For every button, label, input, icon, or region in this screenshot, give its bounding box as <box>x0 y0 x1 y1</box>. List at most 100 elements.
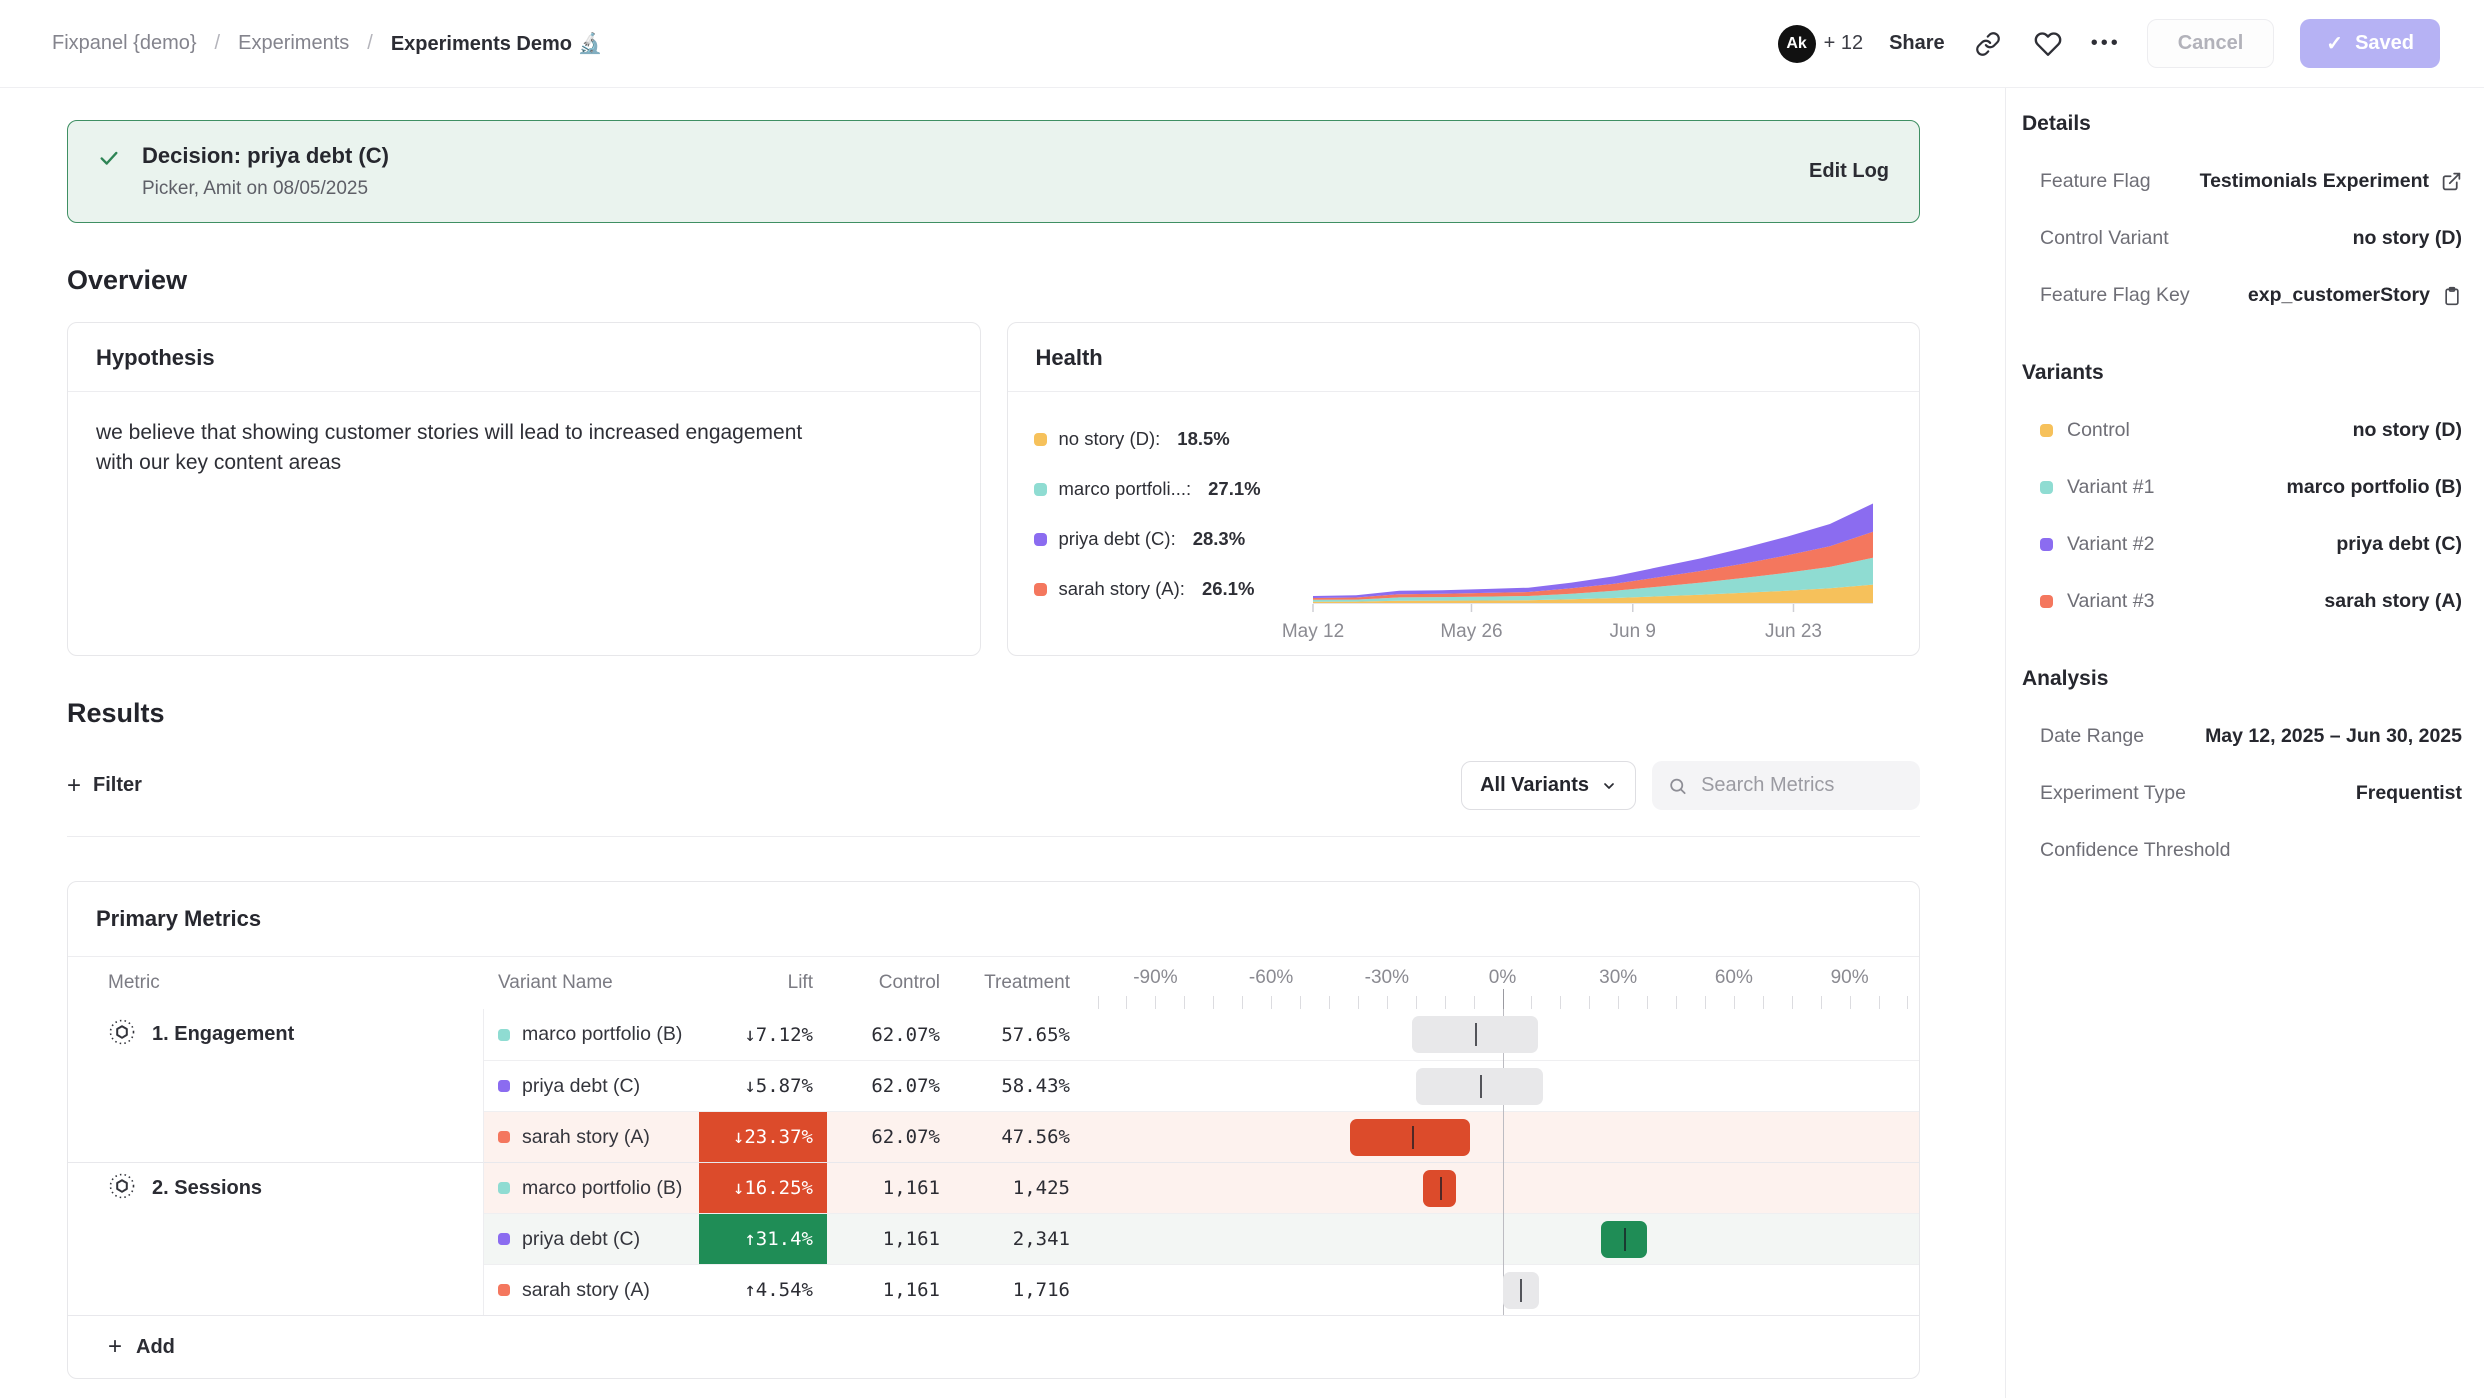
variant-rows: Controlno story (D)Variant #1marco portf… <box>2022 419 2462 613</box>
primary-metrics-card: Primary Metrics Metric Variant Name Lift… <box>67 881 1920 1379</box>
results-divider <box>67 836 1920 837</box>
variant-color-chip <box>498 1284 510 1296</box>
toolbar-right: All Variants <box>1461 761 1920 810</box>
value-text: no story (D) <box>2353 227 2462 250</box>
breadcrumb-item[interactable]: Experiments <box>238 32 349 55</box>
edit-log-button[interactable]: Edit Log <box>1809 160 1889 183</box>
decision-title: Decision: priya debt (C) <box>142 143 389 169</box>
health-card: Health no story (D):18.5%marco portfoli.… <box>1007 322 1921 656</box>
variant-color-chip <box>2040 595 2053 608</box>
value-text: exp_customerStory <box>2248 284 2430 307</box>
add-metric-button[interactable]: + Add <box>68 1315 1919 1378</box>
table-body: 1. Engagementmarco portfolio (B)↓7.12%62… <box>68 1009 1919 1315</box>
variant-name: sarah story (A) <box>522 1126 650 1149</box>
copy-link-icon[interactable] <box>1971 27 2005 61</box>
sidebar-row-value[interactable]: Testimonials Experiment <box>2200 170 2462 193</box>
legend-label: priya debt (C): <box>1059 528 1176 550</box>
confidence-interval-bar[interactable] <box>1350 1119 1470 1156</box>
decision-subtitle: Picker, Amit on 08/05/2025 <box>142 178 389 200</box>
variant-cell[interactable]: sarah story (A) <box>484 1264 691 1315</box>
axis-minor-tick <box>1416 996 1417 1009</box>
lift-cell: ↓23.37% <box>691 1111 829 1162</box>
details-sidebar: Details Feature FlagTestimonials Experim… <box>2005 88 2484 1398</box>
control-cell: 62.07% <box>829 1111 956 1162</box>
lift-cell: ↑4.54% <box>691 1264 829 1315</box>
column-lift: Lift <box>691 957 829 1009</box>
health-legend-item: sarah story (A):26.1% <box>1034 578 1292 600</box>
lift-value: ↓5.87% <box>744 1075 813 1097</box>
variant-filter-dropdown[interactable]: All Variants <box>1461 761 1636 810</box>
legend-color-chip <box>1034 433 1047 446</box>
breadcrumb: Fixpanel {demo}/Experiments/Experiments … <box>52 31 602 56</box>
label-text: Control Variant <box>2040 227 2169 250</box>
share-button[interactable]: Share <box>1889 32 1945 55</box>
sidebar-row-label: Variant #3 <box>2040 590 2154 613</box>
collaborator-avatars[interactable]: Ak + 12 <box>1778 25 1863 63</box>
sidebar-row-value: no story (D) <box>2353 227 2462 250</box>
value-text: no story (D) <box>2353 419 2462 442</box>
lift-cell: ↑31.4% <box>691 1213 829 1264</box>
x-axis-label: May 12 <box>1282 621 1344 642</box>
variant-name: marco portfolio (B) <box>522 1177 682 1200</box>
metric-cell <box>68 1213 484 1264</box>
external-link-icon[interactable] <box>2441 171 2462 192</box>
cancel-button[interactable]: Cancel <box>2147 19 2275 68</box>
breadcrumb-separator: / <box>367 32 373 55</box>
axis-minor-tick <box>1329 996 1330 1009</box>
sidebar-row-label: Feature Flag Key <box>2040 284 2190 307</box>
sidebar-row-value: marco portfolio (B) <box>2287 476 2463 499</box>
breadcrumb-item[interactable]: Fixpanel {demo} <box>52 32 197 55</box>
treatment-cell: 47.56% <box>956 1111 1086 1162</box>
metric-cell <box>68 1111 484 1162</box>
sidebar-row: Variant #2priya debt (C) <box>2022 533 2462 556</box>
metric-search <box>1652 761 1920 810</box>
column-metric: Metric <box>68 957 484 1009</box>
more-menu-button[interactable]: ••• <box>2091 32 2121 55</box>
search-input[interactable] <box>1699 773 1904 798</box>
avatar[interactable]: Ak <box>1778 25 1816 63</box>
variant-color-chip <box>2040 481 2053 494</box>
label-text: Variant #1 <box>2067 476 2154 499</box>
sidebar-row-label: Confidence Threshold <box>2040 839 2230 862</box>
variant-cell[interactable]: marco portfolio (B) <box>484 1009 691 1060</box>
variant-cell[interactable]: sarah story (A) <box>484 1111 691 1162</box>
value-text: Frequentist <box>2356 782 2462 805</box>
axis-minor-tick <box>1734 996 1735 1009</box>
lift-value: ↓7.12% <box>744 1024 813 1046</box>
health-area-chart: May 12May 26Jun 9Jun 23 <box>1313 489 1893 641</box>
hypothesis-card: Hypothesis we believe that showing custo… <box>67 322 981 656</box>
analysis-heading: Analysis <box>2022 667 2462 691</box>
sidebar-row-value[interactable]: exp_customerStory <box>2248 284 2462 307</box>
breadcrumb-item[interactable]: Experiments Demo 🔬 <box>391 31 603 56</box>
variant-color-chip <box>2040 538 2053 551</box>
decision-banner: Decision: priya debt (C) Picker, Amit on… <box>67 120 1920 223</box>
clipboard-icon[interactable] <box>2442 286 2462 306</box>
favorite-heart-icon[interactable] <box>2031 27 2065 61</box>
add-filter-button[interactable]: + Filter <box>67 772 142 800</box>
health-body: no story (D):18.5%marco portfoli...:27.1… <box>1008 392 1920 655</box>
x-axis-label: May 26 <box>1440 621 1502 642</box>
metric-cell <box>68 1060 484 1111</box>
variant-name: priya debt (C) <box>522 1075 640 1098</box>
health-legend: no story (D):18.5%marco portfoli...:27.1… <box>1034 428 1292 655</box>
confidence-interval-cell <box>1086 1009 1919 1060</box>
variant-cell[interactable]: marco portfolio (B) <box>484 1162 691 1213</box>
control-cell: 1,161 <box>829 1162 956 1213</box>
saved-button[interactable]: ✓ Saved <box>2300 19 2440 68</box>
legend-label: marco portfoli...: <box>1059 478 1192 500</box>
variant-cell[interactable]: priya debt (C) <box>484 1060 691 1111</box>
lift-mean-tick <box>1520 1279 1522 1302</box>
details-rows: Feature FlagTestimonials ExperimentContr… <box>2022 170 2462 307</box>
treatment-cell: 57.65% <box>956 1009 1086 1060</box>
axis-minor-tick <box>1792 996 1793 1009</box>
metric-cell <box>68 1264 484 1315</box>
lift-cell: ↓16.25% <box>691 1162 829 1213</box>
lift-badge: ↓23.37% <box>699 1112 827 1162</box>
metric-cell: 2. Sessions <box>68 1162 484 1213</box>
axis-minor-tick <box>1676 996 1677 1009</box>
variant-cell[interactable]: priya debt (C) <box>484 1213 691 1264</box>
sidebar-row-label: Control Variant <box>2040 227 2169 250</box>
control-cell: 1,161 <box>829 1264 956 1315</box>
avatar-overflow-count[interactable]: + 12 <box>1824 32 1863 55</box>
table-header: Metric Variant Name Lift Control Treatme… <box>68 957 1919 1009</box>
